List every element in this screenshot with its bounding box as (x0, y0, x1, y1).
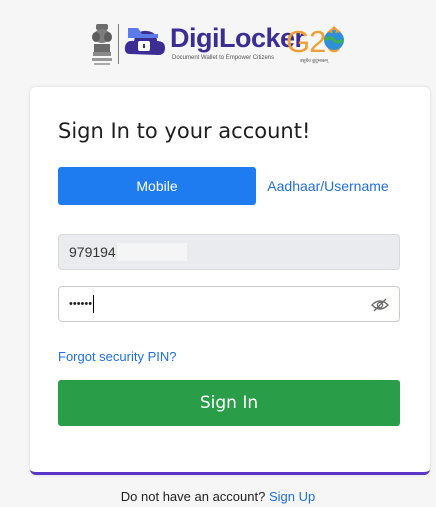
signin-card: Sign In to your account! Mobile Aadhaar/… (30, 87, 430, 475)
redaction-mask (116, 243, 187, 261)
digilocker-cloud-icon (124, 28, 165, 55)
signin-button[interactable]: Sign In (58, 380, 400, 426)
tab-mobile[interactable]: Mobile (58, 167, 256, 205)
brand-name: DigiLocker (170, 23, 305, 53)
footer: Do not have an account? Sign Up (0, 489, 436, 504)
g20-subtitle: वसुधैव कुटुम्बकम् (300, 58, 328, 63)
g20-globe-icon (324, 26, 344, 50)
brand-tagline: Document Wallet to Empower Citizens (172, 55, 275, 61)
mobile-number-value: 979194 (69, 244, 116, 260)
signup-link[interactable]: Sign Up (269, 489, 315, 504)
tab-aadhaar-username[interactable]: Aadhaar/Username (256, 167, 400, 205)
forgot-pin-link[interactable]: Forgot security PIN? (58, 349, 177, 364)
text-caret (93, 295, 95, 313)
mobile-number-input[interactable]: 979194 (58, 234, 400, 270)
g20-logo: G20 वसुधैव कुटुम्बकम् (286, 24, 348, 68)
header: DigiLocker Document Wallet to Empower Ci… (0, 18, 436, 74)
national-emblem-icon (92, 24, 112, 65)
header-divider (118, 24, 119, 64)
page-title: Sign In to your account! (58, 119, 311, 143)
security-pin-input[interactable]: •••••• (58, 286, 400, 322)
signup-prompt: Do not have an account? (120, 489, 269, 504)
eye-off-icon[interactable] (371, 296, 389, 314)
security-pin-value: •••••• (69, 298, 93, 310)
